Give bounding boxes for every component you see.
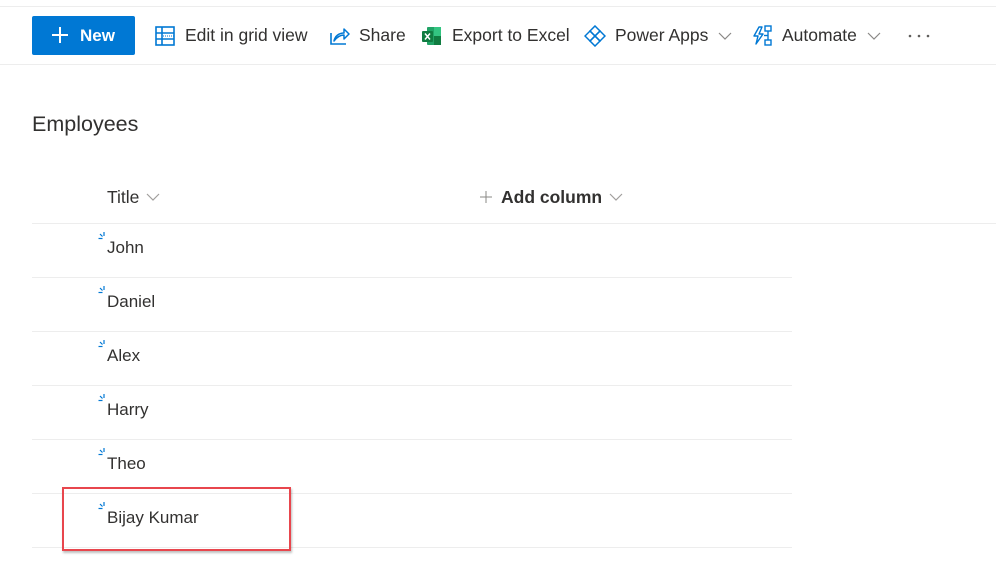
column-header-title[interactable]: Title bbox=[107, 182, 160, 212]
power-apps-menu[interactable]: Power Apps bbox=[584, 16, 732, 55]
row-title-cell[interactable]: Theo bbox=[107, 454, 146, 474]
command-bar: New Edit in grid view Share Export to Ex… bbox=[0, 7, 996, 65]
list-row[interactable]: John bbox=[32, 224, 792, 278]
grid-icon bbox=[155, 25, 175, 46]
highlight-box bbox=[62, 487, 291, 551]
list-row[interactable]: Alex bbox=[32, 332, 792, 386]
power-apps-icon bbox=[584, 24, 606, 47]
list-row[interactable]: Theo bbox=[32, 440, 792, 494]
chevron-down-icon bbox=[867, 32, 881, 40]
row-title-cell[interactable]: John bbox=[107, 238, 144, 258]
list-row[interactable]: Daniel bbox=[32, 278, 792, 332]
add-column-label: Add column bbox=[501, 186, 603, 207]
chevron-down-icon bbox=[146, 193, 160, 201]
share-button[interactable]: Share bbox=[328, 16, 406, 55]
chevron-down-icon bbox=[609, 193, 623, 201]
excel-icon bbox=[422, 26, 441, 45]
add-column-header[interactable]: Add column bbox=[480, 182, 623, 212]
new-item-icon bbox=[98, 340, 105, 348]
ellipsis-icon bbox=[908, 34, 930, 37]
share-icon bbox=[330, 27, 350, 45]
new-button-label: New bbox=[80, 26, 115, 45]
new-item-icon bbox=[98, 232, 105, 240]
share-label: Share bbox=[359, 25, 406, 45]
new-item-icon bbox=[98, 286, 105, 294]
row-title-cell[interactable]: Daniel bbox=[107, 292, 155, 312]
new-button[interactable]: New bbox=[32, 16, 135, 55]
chevron-down-icon bbox=[718, 32, 732, 40]
plus-icon bbox=[52, 27, 68, 43]
automate-label: Automate bbox=[782, 25, 857, 45]
power-apps-label: Power Apps bbox=[615, 25, 709, 45]
list-row[interactable]: Harry bbox=[32, 386, 792, 440]
edit-in-grid-view-button[interactable]: Edit in grid view bbox=[154, 16, 308, 55]
list-title: Employees bbox=[32, 112, 139, 136]
automate-menu[interactable]: Automate bbox=[751, 16, 881, 55]
row-title-cell[interactable]: Alex bbox=[107, 346, 140, 366]
plus-icon bbox=[480, 191, 492, 203]
new-item-icon bbox=[98, 394, 105, 402]
automate-icon bbox=[753, 24, 772, 46]
export-to-excel-button[interactable]: Export to Excel bbox=[421, 16, 570, 55]
row-title-cell[interactable]: Harry bbox=[107, 400, 149, 420]
edit-in-grid-view-label: Edit in grid view bbox=[185, 25, 308, 45]
new-item-icon bbox=[98, 448, 105, 456]
export-to-excel-label: Export to Excel bbox=[452, 25, 570, 45]
column-header-title-label: Title bbox=[107, 186, 140, 207]
more-options-button[interactable] bbox=[905, 16, 933, 55]
